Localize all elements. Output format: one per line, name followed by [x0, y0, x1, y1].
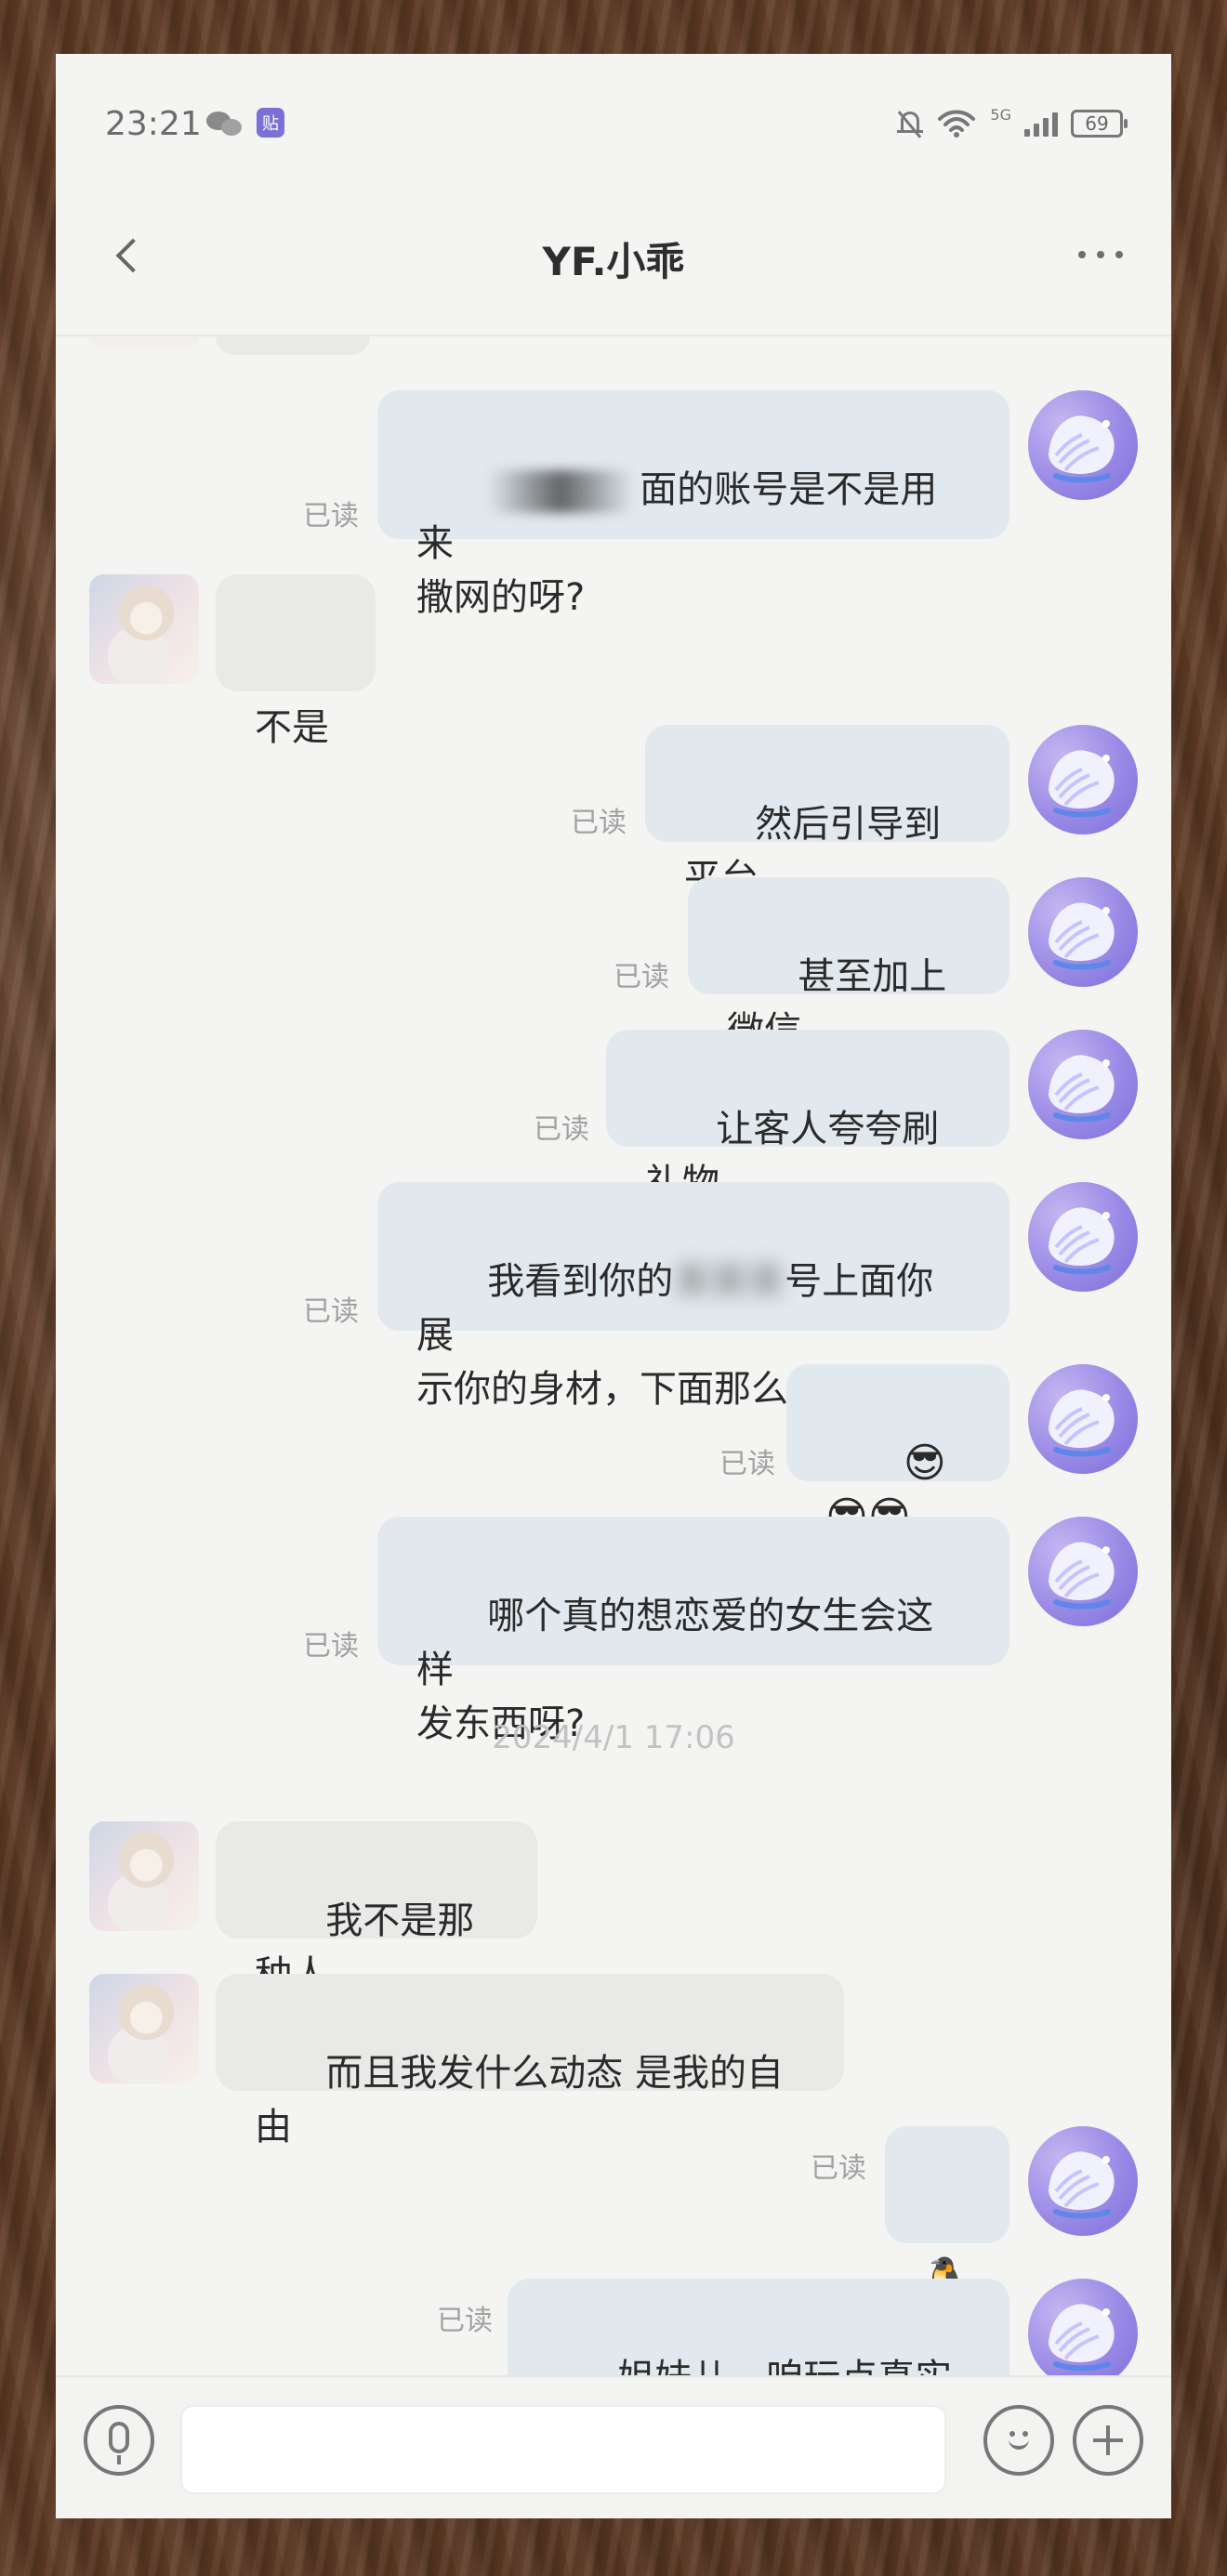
message-bubble-incoming[interactable]: 而且我发什么动态 是我的自由: [216, 1974, 844, 2149]
read-receipt: 已读: [303, 1295, 359, 1328]
status-right-icons: 5G 69: [897, 105, 1128, 139]
avatar-self[interactable]: [1028, 390, 1138, 500]
message-text: 而且我发什么动态 是我的自由: [255, 2052, 785, 2149]
microphone-icon: [109, 2422, 129, 2453]
wifi-icon: [938, 110, 976, 138]
plus-icon: [1093, 2425, 1123, 2455]
shell-avatar-icon: [1028, 725, 1138, 835]
message-bubble-outgoing[interactable]: 哪个真的想恋爱的女生会这样 发东西呀?: [377, 1517, 1009, 1745]
message-bubble-outgoing[interactable]: 然后引导到平台: [645, 725, 1009, 900]
shell-avatar-icon: [1028, 877, 1138, 987]
shell-avatar-icon: [1028, 1030, 1138, 1139]
avatar-self[interactable]: [1028, 1182, 1138, 1292]
avatar-self[interactable]: [1028, 2126, 1138, 2236]
status-bar: 23:21 贴 5G 69: [56, 54, 1171, 203]
phone-screen: 23:21 贴 5G 69 YF.小乖 已读 面的账号是不是用来 撒网的呀? 不…: [56, 54, 1171, 2518]
shell-avatar-icon: [1028, 390, 1138, 500]
message-text: 不是: [255, 706, 329, 749]
read-receipt: 已读: [571, 807, 627, 839]
more-icon[interactable]: [1078, 249, 1123, 260]
shell-avatar-icon: [1028, 1182, 1138, 1292]
read-receipt: 已读: [303, 1630, 359, 1663]
avatar-self[interactable]: [1028, 1030, 1138, 1139]
avatar-contact[interactable]: [89, 574, 199, 684]
wechat-icon: [206, 108, 245, 138]
battery-level: 69: [1085, 112, 1109, 135]
network-type: 5G: [990, 105, 1011, 124]
read-receipt: 已读: [534, 1113, 589, 1146]
emoji-button[interactable]: [983, 2405, 1054, 2476]
message-bubble-outgoing[interactable]: 面的账号是不是用来 撒网的呀?: [377, 390, 1009, 619]
clipped-bubble: [216, 335, 370, 355]
page-title: YF.小乖: [542, 239, 685, 284]
message-timestamp: 2024/4/1 17:06: [492, 1719, 735, 1756]
shell-avatar-icon: [1028, 2279, 1138, 2388]
message-bubble-outgoing[interactable]: 🐧: [885, 2126, 1009, 2303]
read-receipt: 已读: [614, 961, 669, 993]
chat-messages[interactable]: 已读 面的账号是不是用来 撒网的呀? 不是 已读 然后引导到 已读 甚至加上 已…: [56, 335, 1171, 2453]
avatar-contact[interactable]: [89, 1974, 199, 2083]
message-bubble-outgoing[interactable]: 😎😎😎: [786, 1364, 1009, 1541]
message-input[interactable]: [180, 2405, 946, 2494]
input-bar: [56, 2375, 1171, 2518]
shell-avatar-icon: [1028, 1517, 1138, 1626]
message-bubble-incoming[interactable]: 不是: [216, 574, 376, 749]
mic-button[interactable]: [84, 2405, 154, 2476]
sticker-app-icon: 贴: [257, 108, 284, 138]
message-bubble-outgoing[interactable]: 我看到你的某某某号上面你展 示你的身材，下面那么多留言: [377, 1182, 1009, 1411]
avatar-contact[interactable]: [89, 1821, 199, 1931]
read-receipt: 已读: [719, 1448, 775, 1480]
battery-icon: 69: [1071, 110, 1128, 138]
avatar-self[interactable]: [1028, 2279, 1138, 2388]
read-receipt: 已读: [811, 2152, 866, 2185]
blurred-text: 某某某: [673, 1260, 785, 1303]
avatar-self[interactable]: [1028, 1364, 1138, 1474]
shell-avatar-icon: [1028, 2126, 1138, 2236]
avatar-self[interactable]: [1028, 877, 1138, 987]
avatar-self[interactable]: [1028, 1517, 1138, 1626]
microphone-stem: [117, 2455, 121, 2464]
status-left-icons: 贴: [206, 108, 284, 138]
signal-icon: [1024, 111, 1058, 137]
message-bubble-outgoing[interactable]: 让客人夸夸刷礼物: [606, 1030, 1009, 1204]
plus-button[interactable]: [1073, 2405, 1143, 2476]
read-receipt: 已读: [303, 500, 359, 532]
status-time: 23:21: [105, 105, 202, 143]
message-bubble-outgoing[interactable]: 甚至加上微信: [688, 877, 1009, 1052]
message-text: 我看到你的: [487, 1260, 674, 1303]
message-bubble-incoming[interactable]: 我不是那种人: [216, 1821, 537, 1996]
chat-header: YF.小乖: [56, 203, 1171, 336]
clipped-avatar: [89, 335, 199, 348]
shell-avatar-icon: [1028, 1364, 1138, 1474]
bell-off-icon: [897, 110, 924, 138]
sticker-badge-label: 贴: [262, 114, 279, 134]
emoji-icon: [1000, 2422, 1037, 2459]
read-receipt: 已读: [437, 2305, 493, 2337]
avatar-self[interactable]: [1028, 725, 1138, 835]
